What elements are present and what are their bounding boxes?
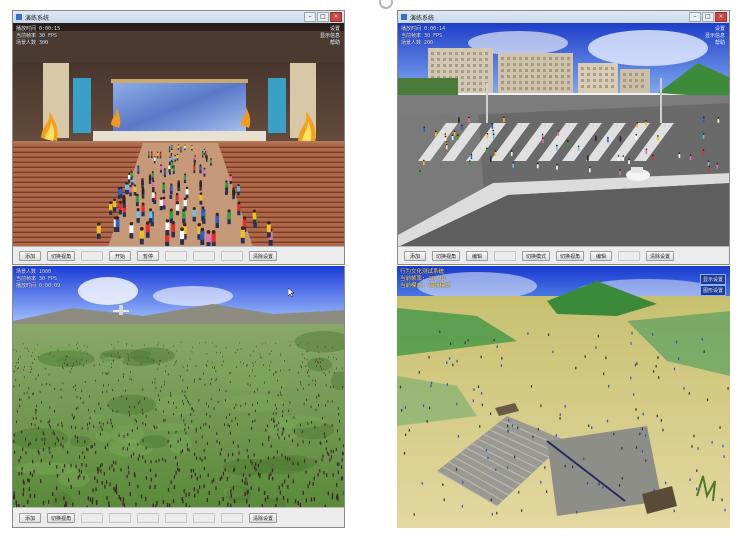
add-button[interactable]: 添加	[19, 250, 41, 261]
edit-button[interactable]: 编辑	[466, 250, 489, 261]
street-window: 演练系统 – □ × 播放时间 0:00:14 当前帧率 30 FPS 场景人数…	[397, 10, 730, 265]
app-icon	[16, 14, 22, 20]
disabled-button	[165, 512, 188, 523]
disabled-button	[221, 512, 244, 523]
auditorium-window: 演练系统 – □ × 播放时间 0:00:15 当前帧率 30 FPS 场景人数…	[12, 10, 345, 265]
hud-line: 当前模式: 编辑模式	[400, 283, 451, 289]
mouse-cursor-icon	[288, 288, 294, 297]
disabled-button	[193, 250, 216, 261]
display-settings-button[interactable]: 显示设置	[699, 274, 726, 285]
clear-settings-button[interactable]: 清除设置	[646, 250, 675, 261]
add-button[interactable]: 添加	[404, 250, 426, 261]
clear-settings-button[interactable]: 清除设置	[249, 250, 278, 261]
minimize-button[interactable]: –	[689, 12, 701, 22]
disabled-button	[618, 250, 641, 261]
hillside-window: 行为文化测试系统 当前帧率: 28.39 当前模式: 编辑模式 显示设置 图形设…	[397, 266, 730, 528]
switch-view-button[interactable]: 切换视角	[47, 512, 76, 523]
window-titlebar: 演练系统 – □ ×	[13, 11, 344, 23]
hud-settings-link[interactable]: 设置	[320, 26, 340, 33]
hud-info: 行为文化测试系统 当前帧率: 28.39 当前模式: 编辑模式	[400, 269, 451, 290]
hud-info: 场景人数 1000 当前帧率 30 FPS 播放时间 0:00:09	[16, 269, 60, 290]
disabled-button	[165, 250, 188, 261]
hud-line: 当前帧率 30 FPS	[401, 33, 443, 39]
disabled-button	[494, 250, 517, 261]
app-icon	[401, 14, 407, 20]
disabled-button	[81, 512, 104, 523]
close-button[interactable]: ×	[330, 12, 342, 22]
switch-mode-button[interactable]: 切换模式	[522, 250, 551, 261]
hud-menu: 设置 显示信息 帮助	[320, 26, 340, 47]
disabled-button	[193, 512, 216, 523]
switch-view-button[interactable]: 切换视角	[432, 250, 461, 261]
window-title: 演练系统	[25, 14, 50, 22]
close-button[interactable]: ×	[715, 12, 727, 22]
control-toolbar: 添加 切换视角 开始 暂停 清除设置	[13, 246, 344, 264]
terrain-window: 场景人数 1000 当前帧率 30 FPS 播放时间 0:00:09 添加 切换…	[12, 266, 345, 528]
hud-info: 播放时间 0:00:14 当前帧率 30 FPS 场景人数 200	[401, 26, 445, 47]
hud-line: 场景人数 200	[401, 40, 434, 46]
hud-line: 当前帧率 30 FPS	[16, 33, 58, 39]
disabled-button	[109, 512, 132, 523]
circle-outline-icon	[378, 0, 394, 10]
hud-settings-link[interactable]: 设置	[705, 26, 725, 33]
hud-line: 播放时间 0:00:15	[16, 26, 61, 32]
edit-button[interactable]: 编辑	[590, 250, 613, 261]
disabled-button	[137, 512, 160, 523]
hud-display-info-link[interactable]: 显示信息	[705, 33, 725, 40]
window-title: 演练系统	[410, 14, 435, 22]
auditorium-viewport[interactable]: 播放时间 0:00:15 当前帧率 30 FPS 场景人数 300 设置 显示信…	[13, 23, 344, 247]
clear-settings-button[interactable]: 清除设置	[249, 512, 278, 523]
maximize-button[interactable]: □	[317, 12, 329, 22]
hud-line: 行为文化测试系统	[400, 269, 445, 275]
hud-line: 场景人数 1000	[16, 269, 52, 275]
add-button[interactable]: 添加	[19, 512, 41, 523]
hud-line: 播放时间 0:00:14	[401, 26, 446, 32]
hud-menu: 设置 显示信息 帮助	[705, 26, 725, 47]
hud-display-info-link[interactable]: 显示信息	[320, 33, 340, 40]
hillside-viewport[interactable]: 行为文化测试系统 当前帧率: 28.39 当前模式: 编辑模式 显示设置 图形设…	[397, 266, 730, 528]
terrain-viewport[interactable]: 场景人数 1000 当前帧率 30 FPS 播放时间 0:00:09	[13, 266, 344, 508]
maximize-button[interactable]: □	[702, 12, 714, 22]
control-toolbar: 添加 切换视角 编辑 切换模式 切换视角 编辑 清除设置	[398, 246, 729, 264]
hud-info: 播放时间 0:00:15 当前帧率 30 FPS 场景人数 300	[16, 26, 60, 47]
hud-line: 当前帧率 30 FPS	[16, 276, 58, 282]
start-button[interactable]: 开始	[109, 250, 132, 261]
hud-line: 场景人数 300	[16, 40, 49, 46]
hud-help-link[interactable]: 帮助	[705, 40, 725, 47]
minimize-button[interactable]: –	[304, 12, 316, 22]
disabled-button	[81, 250, 104, 261]
hud-line: 播放时间 0:00:09	[16, 283, 61, 289]
pause-button[interactable]: 暂停	[137, 250, 160, 261]
disabled-button	[221, 250, 244, 261]
window-titlebar: 演练系统 – □ ×	[398, 11, 729, 23]
hud-line: 当前帧率: 28.39	[400, 276, 446, 282]
street-viewport[interactable]: 播放时间 0:00:14 当前帧率 30 FPS 场景人数 200 设置 显示信…	[398, 23, 729, 247]
switch-view-button[interactable]: 切换视角	[47, 250, 76, 261]
control-toolbar: 添加 切换视角 清除设置	[13, 507, 344, 527]
graphics-settings-button[interactable]: 图形设置	[699, 285, 726, 296]
switch-view-button[interactable]: 切换视角	[556, 250, 585, 261]
hud-help-link[interactable]: 帮助	[320, 40, 340, 47]
